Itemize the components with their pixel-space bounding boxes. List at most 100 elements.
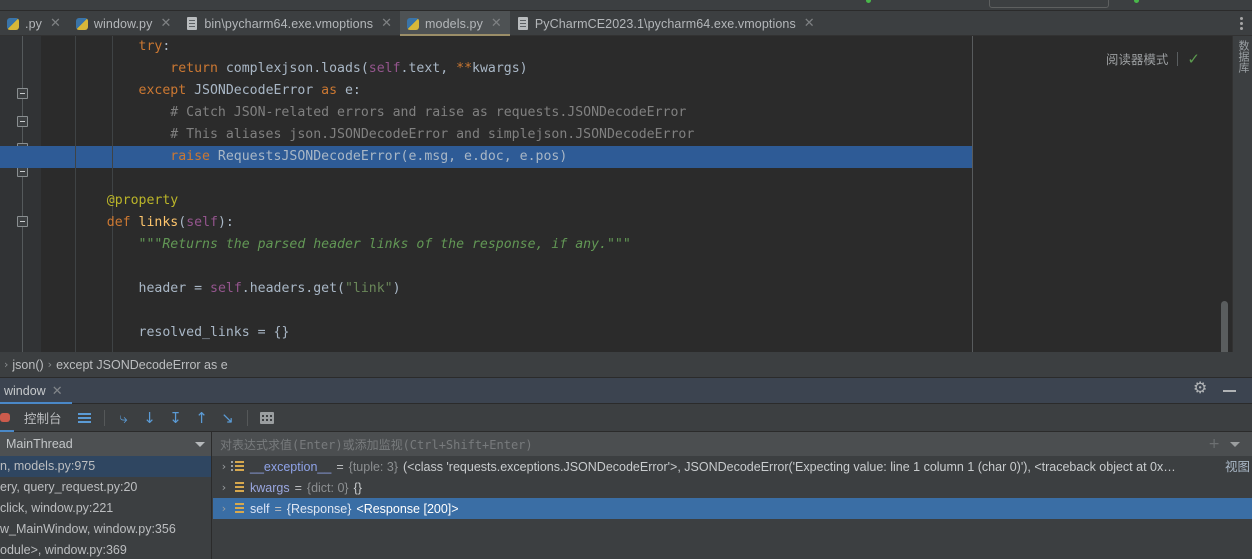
step-over-icon[interactable]: ⤷	[112, 408, 136, 428]
show-execution-point-icon[interactable]	[73, 408, 97, 428]
close-icon[interactable]: ✕	[381, 17, 392, 30]
run-configuration-selector[interactable]	[989, 0, 1109, 8]
close-icon[interactable]: ✕	[160, 17, 171, 30]
code-token: header =	[138, 281, 210, 296]
step-out-icon[interactable]: ↑	[190, 408, 214, 428]
editor-tab-vmoptions-pycharmce[interactable]: PyCharmCE2023.1\pycharm64.exe.vmoptions …	[510, 11, 823, 36]
debug-watch-row: MainThread 对表达式求值(Enter)或添加监视(Ctrl+Shift…	[0, 432, 1252, 456]
chevron-down-icon[interactable]	[1230, 441, 1240, 447]
code-token: links	[138, 215, 179, 230]
code-line: # Catch JSON-related errors and raise as…	[41, 102, 1252, 124]
gear-icon[interactable]	[1193, 378, 1209, 398]
minimize-icon[interactable]	[1223, 389, 1236, 392]
variable-row-self[interactable]: › self = {Response} <Response [200]>	[213, 498, 1252, 519]
right-strip-label[interactable]: 数据库	[1236, 40, 1249, 73]
code-token: RequestsJSONDecodeError(e.msg, e.doc, e.…	[217, 149, 568, 164]
watch-expression-input[interactable]: 对表达式求值(Enter)或添加监视(Ctrl+Shift+Enter)	[212, 432, 1197, 456]
variable-value: <Response [200]>	[356, 501, 459, 516]
code-line: return complexjson.loads(self.text, **kw…	[41, 58, 1252, 80]
editor-tab-0[interactable]: .py ✕	[0, 11, 69, 36]
frame-row[interactable]: click, window.py:221	[0, 498, 211, 519]
code-token: as	[321, 83, 345, 98]
expand-arrow-icon[interactable]: ›	[219, 481, 229, 494]
reader-mode-indicator[interactable]: 阅读器模式 ✓	[1106, 49, 1200, 68]
code-token: .headers.get(	[241, 281, 345, 296]
code-token: e:	[344, 83, 361, 98]
close-icon[interactable]: ✕	[804, 17, 815, 30]
editor-tab-window-py[interactable]: window.py ✕	[69, 11, 179, 36]
close-icon[interactable]: ✕	[491, 17, 502, 30]
force-step-into-glyph: ↧	[169, 408, 182, 427]
variable-type: {dict: 0}	[306, 480, 349, 495]
main-toolbar-clipped	[0, 0, 1252, 11]
code-line: try:	[41, 36, 1252, 58]
reader-mode-label: 阅读器模式	[1105, 53, 1169, 67]
console-tab[interactable]: 控制台	[14, 404, 72, 432]
console-tab-label: 控制台	[24, 412, 62, 426]
editor-tab-label: window.py	[93, 16, 153, 31]
code-token: except	[138, 83, 195, 98]
step-over-glyph: ⤷	[119, 408, 128, 427]
debug-session-tab[interactable]: window ✕	[0, 378, 72, 404]
variable-row-exception[interactable]: › __exception__ = {tuple: 3} (<class 're…	[213, 456, 1252, 477]
thread-selector[interactable]: MainThread	[0, 432, 212, 456]
editor-tab-vmoptions-bin[interactable]: bin\pycharm64.exe.vmoptions ✕	[179, 11, 400, 36]
debug-toolbar: 控制台 ⤷ ↓ ↧ ↑ ↘	[0, 404, 1252, 432]
step-into-icon[interactable]: ↓	[138, 408, 162, 428]
fold-guide-line	[22, 36, 23, 352]
variables-panel[interactable]: › __exception__ = {tuple: 3} (<class 're…	[213, 456, 1252, 559]
variable-name[interactable]: self	[250, 502, 269, 516]
editor-scrollbar-thumb[interactable]	[1221, 301, 1228, 352]
fold-marker-icon[interactable]	[17, 88, 28, 99]
frame-label: ery, query_request.py:20	[0, 480, 138, 494]
debugger-tab-icon[interactable]	[0, 404, 14, 432]
toolbar-icon-2[interactable]	[60, 0, 73, 7]
step-into-glyph: ↓	[143, 408, 156, 427]
variable-name[interactable]: __exception__	[250, 460, 331, 474]
code-token: self	[186, 215, 218, 230]
code-token: .text,	[400, 61, 457, 76]
frame-row[interactable]: odule>, window.py:369	[0, 540, 211, 559]
editor-gutter[interactable]	[0, 36, 41, 352]
code-token: ):	[217, 215, 234, 230]
toolbar-icon-1[interactable]	[28, 0, 41, 7]
python-file-icon	[407, 17, 420, 31]
variable-row-kwargs[interactable]: › kwargs = {dict: 0} {}	[213, 477, 1252, 498]
view-link[interactable]: 视图	[1223, 456, 1250, 475]
code-token: JSONDecodeError	[194, 83, 322, 98]
breadcrumb-item-0[interactable]: json()	[12, 358, 43, 372]
right-tool-window-strip[interactable]: 数据库	[1232, 36, 1252, 352]
fold-marker-icon[interactable]	[17, 216, 28, 227]
code-token: kwargs)	[472, 61, 528, 76]
close-icon[interactable]: ✕	[52, 383, 63, 399]
chevron-right-icon: ›	[4, 358, 9, 371]
frame-row[interactable]: w_MainWindow, window.py:356	[0, 519, 211, 540]
python-file-icon	[7, 17, 20, 31]
code-editor[interactable]: try: return complexjson.loads(self.text,…	[0, 36, 1252, 352]
expand-arrow-icon[interactable]: ›	[219, 460, 229, 473]
code-token: return	[170, 61, 226, 76]
code-text[interactable]: try: return complexjson.loads(self.text,…	[41, 36, 1252, 352]
divider	[246, 409, 248, 426]
force-step-into-icon[interactable]: ↧	[164, 408, 188, 428]
frame-row[interactable]: n, models.py:975	[0, 456, 211, 477]
text-file-icon	[517, 16, 530, 31]
expand-arrow-icon[interactable]: ›	[219, 502, 229, 515]
pycharm-window: .py ✕ window.py ✕ bin\pycharm64.exe.vmop…	[0, 0, 1252, 559]
kebab-menu-icon[interactable]	[1230, 11, 1252, 35]
frames-panel[interactable]: n, models.py:975 ery, query_request.py:2…	[0, 456, 212, 559]
green-check-icon[interactable]: ✓	[1187, 50, 1200, 68]
watch-placeholder: 对表达式求值(Enter)或添加监视(Ctrl+Shift+Enter)	[220, 437, 533, 452]
close-icon[interactable]: ✕	[50, 17, 61, 30]
run-to-cursor-icon[interactable]: ↘	[216, 408, 240, 428]
frame-row[interactable]: ery, query_request.py:20	[0, 477, 211, 498]
evaluate-expression-icon[interactable]	[255, 408, 279, 428]
editor-tab-models-py[interactable]: models.py ✕	[400, 11, 510, 36]
variable-type: {tuple: 3}	[348, 459, 398, 474]
variable-name[interactable]: kwargs	[250, 481, 290, 495]
breadcrumb-item-1[interactable]: except JSONDecodeError as e	[56, 358, 228, 372]
fold-marker-icon[interactable]	[17, 116, 28, 127]
plus-icon[interactable]: +	[1208, 436, 1220, 452]
code-token: (	[178, 215, 187, 230]
chevron-down-icon	[195, 441, 205, 447]
